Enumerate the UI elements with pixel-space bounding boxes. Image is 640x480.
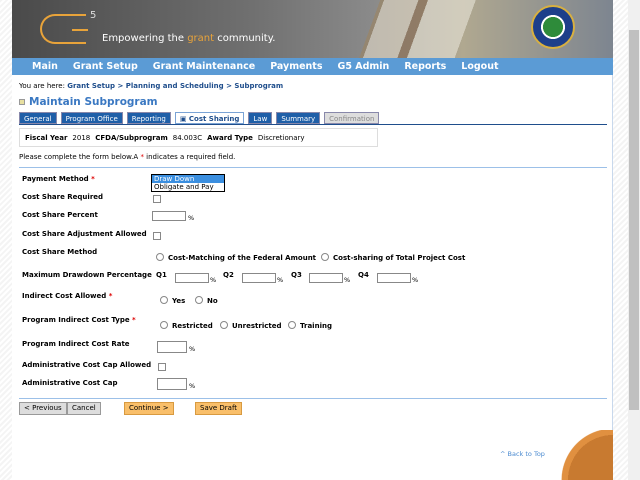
percent-unit: % (189, 345, 196, 353)
q2-input[interactable] (242, 273, 276, 283)
q4-input[interactable] (377, 273, 411, 283)
max-drawdown-label: Maximum Drawdown Percentage (22, 271, 152, 279)
breadcrumb: You are here: Grant Setup > Planning and… (19, 82, 284, 90)
tab-cost-sharing[interactable]: ▣ Cost Sharing (174, 112, 245, 124)
radio-no[interactable] (195, 296, 203, 304)
cost-share-percent-label: Cost Share Percent (22, 211, 98, 219)
percent-unit: % (412, 276, 419, 284)
unrestricted-label: Unrestricted (232, 322, 282, 330)
radio-yes[interactable] (160, 296, 168, 304)
footer-image (557, 430, 613, 480)
admin-cap-allowed-checkbox[interactable] (158, 363, 166, 371)
radio-training[interactable] (288, 321, 296, 329)
admin-cap-label: Administrative Cost Cap (22, 379, 118, 387)
training-label: Training (300, 322, 332, 330)
scrollbar-thumb[interactable] (629, 30, 639, 410)
department-seal (531, 5, 575, 49)
percent-unit: % (189, 382, 196, 390)
info-box: Fiscal Year 2018 CFDA/Subprogram 84.003C A… (19, 128, 378, 147)
percent-unit: % (188, 214, 195, 222)
nav-payments[interactable]: Payments (270, 61, 322, 72)
q3-input[interactable] (309, 273, 343, 283)
cost-share-required-checkbox[interactable] (153, 195, 161, 203)
tab-underline (19, 124, 607, 125)
percent-unit: % (210, 276, 217, 284)
nav-main[interactable]: Main (32, 61, 58, 72)
cost-share-percent-input[interactable] (152, 211, 186, 221)
cost-share-adjustment-label: Cost Share Adjustment Allowed (22, 230, 147, 238)
cost-share-method-label: Cost Share Method (22, 248, 98, 256)
indirect-type-label: Program Indirect Cost Type * (22, 316, 136, 324)
nav-g5-admin[interactable]: G5 Admin (338, 61, 390, 72)
g5-logo-sup: 5 (90, 10, 97, 21)
nav-grant-maintenance[interactable]: Grant Maintenance (153, 61, 255, 72)
percent-unit: % (277, 276, 284, 284)
q1-label: Q1 (156, 271, 167, 279)
breadcrumb-links[interactable]: Grant Setup > Planning and Scheduling > … (67, 82, 283, 90)
radio-cost-matching[interactable] (156, 253, 164, 261)
continue-button[interactable]: Continue > (124, 402, 174, 415)
indirect-allowed-label: Indirect Cost Allowed * (22, 292, 113, 300)
tab-confirmation: Confirmation (324, 112, 380, 124)
payment-method-label: Payment Method * (22, 175, 95, 183)
payment-method-select[interactable]: Draw Down Obligate and Pay (151, 174, 225, 192)
yes-label: Yes (172, 297, 186, 305)
page-title: Maintain Subprogram (19, 96, 158, 108)
nav-grant-setup[interactable]: Grant Setup (73, 61, 138, 72)
q3-label: Q3 (291, 271, 302, 279)
option-draw-down[interactable]: Draw Down (152, 175, 224, 183)
admin-cap-allowed-label: Administrative Cost Cap Allowed (22, 361, 152, 369)
no-label: No (207, 297, 218, 305)
save-draft-button[interactable]: Save Draft (195, 402, 243, 415)
cost-sharing-label: Cost-sharing of Total Project Cost (333, 254, 466, 262)
admin-cap-input[interactable] (157, 378, 187, 390)
cost-share-required-label: Cost Share Required (22, 193, 104, 201)
banner-image (342, 0, 512, 58)
page: 5 Empowering the grant community. Main G… (12, 0, 613, 480)
g5-logo-bar (72, 29, 88, 31)
divider (19, 167, 607, 168)
cancel-button[interactable]: Cancel (67, 402, 101, 415)
tab-program-office[interactable]: Program Office (60, 112, 123, 124)
q4-label: Q4 (358, 271, 369, 279)
q1-input[interactable] (175, 273, 209, 283)
cost-matching-label: Cost-Matching of the Federal Amount (168, 254, 317, 262)
header-banner: 5 Empowering the grant community. (12, 0, 613, 58)
tagline: Empowering the grant community. (102, 33, 276, 44)
indirect-rate-label: Program Indirect Cost Rate (22, 340, 130, 348)
tab-bar: General Program Office Reporting ▣ Cost … (19, 112, 380, 124)
tab-reporting[interactable]: Reporting (126, 112, 171, 124)
main-nav: Main Grant Setup Grant Maintenance Payme… (12, 58, 613, 75)
divider (19, 398, 607, 399)
indirect-rate-input[interactable] (157, 341, 187, 353)
tab-summary[interactable]: Summary (276, 112, 321, 124)
tab-law[interactable]: Law (248, 112, 273, 124)
restricted-label: Restricted (172, 322, 213, 330)
cost-share-adjustment-checkbox[interactable] (153, 232, 161, 240)
tab-general[interactable]: General (19, 112, 57, 124)
back-to-top-link[interactable]: ^ Back to Top (500, 450, 545, 458)
q2-label: Q2 (223, 271, 234, 279)
previous-button[interactable]: < Previous (19, 402, 67, 415)
nav-logout[interactable]: Logout (461, 61, 498, 72)
nav-reports[interactable]: Reports (404, 61, 446, 72)
option-obligate-and-pay[interactable]: Obligate and Pay (152, 183, 224, 191)
instructions: Please complete the form below.A * indic… (19, 153, 236, 161)
page-icon (19, 99, 25, 105)
radio-unrestricted[interactable] (220, 321, 228, 329)
radio-restricted[interactable] (160, 321, 168, 329)
radio-cost-sharing[interactable] (321, 253, 329, 261)
percent-unit: % (344, 276, 351, 284)
